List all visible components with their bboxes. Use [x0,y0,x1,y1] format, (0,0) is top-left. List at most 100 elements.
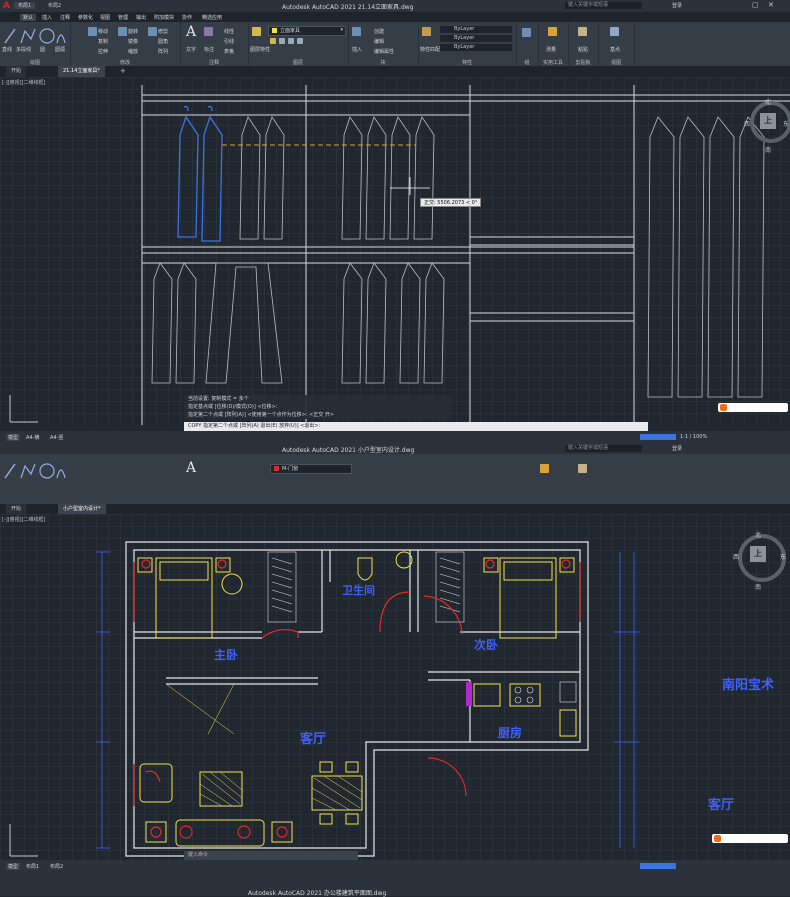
sun-icon[interactable] [279,38,285,44]
layout-tab-a4-landscape[interactable]: A4-横 [26,434,39,441]
layout-tab-a4-portrait[interactable]: A4-竖 [50,434,63,441]
bottom-sogou-icon[interactable] [714,835,721,842]
bottom-layout-tab-model[interactable]: 模型 [6,863,21,870]
room-label-living-room: 客厅 [300,732,327,747]
bottom-login-link[interactable]: 登录 [672,445,682,452]
layer-dropdown[interactable]: 立面家具 ▾ [268,26,346,36]
side-text-upper: 南阳宝术 [722,678,775,693]
sogou-icon[interactable] [720,404,727,411]
draw-arc[interactable]: 圆弧 [55,46,65,53]
modify-rotate[interactable]: 旋转 [128,28,138,35]
tab-collaborate[interactable]: 协作 [182,14,192,21]
tab-insert[interactable]: 插入 [42,14,52,21]
draw-tools-icon[interactable] [3,25,67,47]
modify-trim[interactable]: 修剪 [158,28,168,35]
top-drawing-canvas[interactable]: [-][俯视][二维线框] 正交: 5506.2073 < 0° 上 北 南 西… [0,77,790,431]
move-icon[interactable] [88,27,97,36]
rotate-icon[interactable] [118,27,127,36]
layer-properties-icon[interactable] [252,27,261,36]
bottom-measure-icon[interactable] [540,464,549,473]
room-label-master-bedroom: 主卧 [214,648,239,662]
block-insert[interactable]: 插入 [352,46,362,53]
bottom-paste-icon[interactable] [578,464,587,473]
maximize-icon[interactable]: ▢ [752,1,759,9]
draw-circle[interactable]: 圆 [40,46,45,53]
base-point-icon[interactable] [610,27,619,36]
tab-view[interactable]: 视图 [100,14,110,21]
layer-match-icon[interactable] [297,38,303,44]
bottom-drawing-canvas[interactable]: [-][俯视][二维线框] 卫生间 主卧 次卧 客厅 厨房 南阳宝术 客厅 上 … [0,514,790,860]
tab-manage[interactable]: 管理 [118,14,128,21]
bottom-compass-east-label: 东 [780,554,787,561]
viewcube-top-face[interactable]: 上 [760,113,776,129]
status-toggle-icons[interactable] [640,434,676,440]
draw-line[interactable]: 直线 [2,46,12,53]
autocad-logo-icon[interactable]: A [3,1,12,11]
modify-mirror[interactable]: 镜像 [128,38,138,45]
bottom-layer-dropdown[interactable]: M-门窗 [270,464,352,474]
properties-match[interactable]: 特性匹配 [420,46,440,53]
annotate-linear[interactable]: 线性 [224,28,234,35]
tab-addins[interactable]: 附加模块 [154,14,174,21]
color-dropdown[interactable]: ByLayer [440,26,512,33]
bottom-status-toggle-icons[interactable] [640,863,676,869]
command-line[interactable]: COPY 指定第二个点或 [阵列(A) 退出(E) 放弃(U)] <退出>: [184,422,648,431]
insert-block-icon[interactable] [352,27,361,36]
add-tab-icon[interactable]: + [120,67,126,75]
utilities-measure[interactable]: 测量 [546,46,556,53]
match-properties-icon[interactable] [422,27,431,36]
bottom-command-line[interactable]: 键入命令 [184,851,358,860]
tab-annotate[interactable]: 注释 [60,14,70,21]
lightbulb-icon[interactable] [270,38,276,44]
dimension-icon[interactable] [204,27,213,36]
layout-tab-model[interactable]: 模型 [6,434,21,441]
bottom-text-icon[interactable]: A [186,460,196,476]
group-icon[interactable] [522,28,531,37]
login-link[interactable]: 登录 [672,2,682,9]
bottom-draw-tools-icon[interactable] [3,460,67,482]
layer-properties[interactable]: 图层特性 [250,46,270,53]
tab-output[interactable]: 输出 [136,14,146,21]
draw-polyline[interactable]: 多段线 [16,46,31,53]
view-base[interactable]: 基点 [610,46,620,53]
close-icon[interactable]: ✕ [768,1,774,9]
tab-default[interactable]: 默认 [20,14,37,21]
file-tab-layout1[interactable]: 布局1 [14,2,36,9]
measure-icon[interactable] [548,27,557,36]
modify-fillet[interactable]: 圆角 [158,38,168,45]
modify-stretch[interactable]: 拉伸 [98,48,108,55]
bottom-layout-tab-1[interactable]: 布局1 [26,863,39,870]
search-input[interactable]: 键入关键字或短语 [565,2,642,9]
modify-copy[interactable]: 复制 [98,38,108,45]
annotate-leader[interactable]: 引线 [224,38,234,45]
modify-move[interactable]: 移动 [98,28,108,35]
modify-array[interactable]: 阵列 [158,48,168,55]
annotate-dimension[interactable]: 标注 [204,46,214,53]
bottom-search-input[interactable]: 键入关键字或短语 [565,445,642,452]
linetype-dropdown[interactable]: ByLayer [440,35,512,42]
bottom-ime-toolbar[interactable] [712,834,788,843]
zoom-level[interactable]: 1:1 / 100% [680,434,707,440]
modify-scale[interactable]: 缩放 [128,48,138,55]
annotate-table[interactable]: 表格 [224,48,234,55]
ime-toolbar[interactable] [718,403,788,412]
bottom-doc-tab-start[interactable]: 开始 [6,504,27,514]
block-edit-attributes[interactable]: 编辑属性 [374,48,394,55]
trim-icon[interactable] [148,27,157,36]
doc-tab-elevation[interactable]: 21.14立面家具* [58,66,105,77]
block-create[interactable]: 创建 [374,28,384,35]
file-tab-layout2[interactable]: 布局2 [44,2,65,9]
tab-featured-apps[interactable]: 精选应用 [202,14,222,21]
tab-parametric[interactable]: 参数化 [78,14,93,21]
text-icon[interactable]: A [186,24,196,40]
paste-icon[interactable] [578,27,587,36]
bottom-layout-tab-2[interactable]: 布局2 [50,863,63,870]
lock-icon[interactable] [288,38,294,44]
clipboard-paste[interactable]: 粘贴 [578,46,588,53]
bottom-viewcube-top-face[interactable]: 上 [750,546,766,562]
bottom-doc-tab-floorplan[interactable]: 小户型室内设计* [58,504,106,514]
lineweight-dropdown[interactable]: ByLayer [440,44,512,51]
doc-tab-start[interactable]: 开始 [6,66,27,77]
annotate-text[interactable]: 文字 [186,46,196,53]
block-edit[interactable]: 编辑 [374,38,384,45]
